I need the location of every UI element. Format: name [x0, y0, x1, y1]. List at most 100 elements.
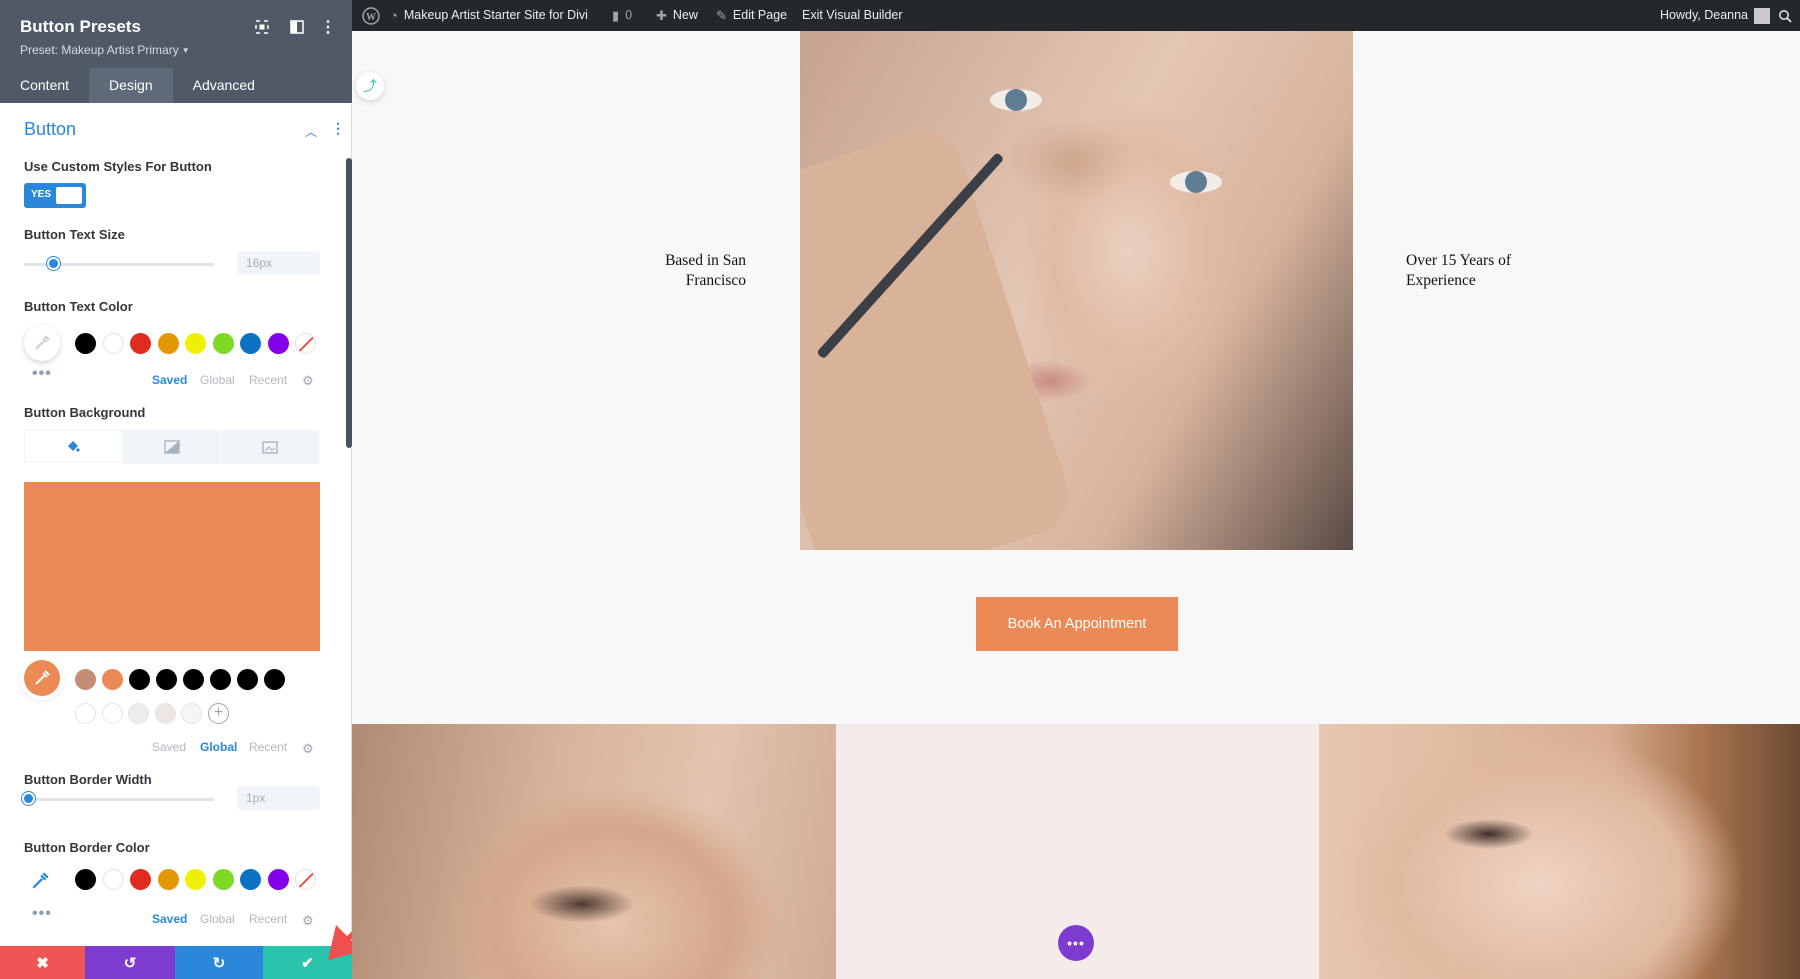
paint-bucket-icon[interactable]: [24, 430, 123, 464]
search-icon[interactable]: [1778, 0, 1792, 31]
caret-down-icon: ▼: [181, 46, 190, 56]
text-size-input[interactable]: 16px: [237, 251, 320, 275]
color-swatch[interactable]: [267, 333, 289, 354]
section-title[interactable]: Button: [24, 119, 76, 140]
image-icon[interactable]: [221, 430, 321, 464]
color-swatch[interactable]: [130, 333, 151, 354]
undo-button[interactable]: ↺: [85, 946, 175, 979]
palette-tab-global[interactable]: Global: [200, 740, 237, 754]
palette-tab-recent[interactable]: Recent: [249, 373, 287, 387]
expand-icon[interactable]: [253, 18, 271, 36]
settings-sidebar: Button Presets Preset: Makeup Artist Pri…: [0, 0, 352, 979]
palette-tab-recent[interactable]: Recent: [249, 740, 287, 754]
color-swatch[interactable]: [212, 333, 234, 354]
color-swatch[interactable]: [212, 869, 234, 890]
global-color-swatch[interactable]: [102, 669, 124, 691]
tab-content[interactable]: Content: [0, 68, 89, 103]
preset-dropdown[interactable]: Preset: Makeup Artist Primary ▼: [20, 43, 190, 57]
book-appointment-button[interactable]: Book An Appointment: [976, 597, 1178, 651]
gear-icon[interactable]: ⚙: [302, 913, 314, 929]
palette-tab-saved[interactable]: Saved: [152, 740, 186, 754]
site-name-link[interactable]: ◔ Makeup Artist Starter Site for Divi: [390, 0, 588, 31]
page-settings-button[interactable]: •••: [1058, 925, 1094, 961]
more-options-icon[interactable]: ⋮: [319, 18, 337, 36]
comments-link[interactable]: ▮ 0: [612, 0, 632, 31]
palette-tab-global[interactable]: Global: [200, 373, 235, 387]
slider-handle[interactable]: [46, 257, 60, 270]
sidebar-toggle-icon[interactable]: ⤴: [356, 72, 384, 100]
color-swatch[interactable]: [157, 333, 179, 354]
color-swatch[interactable]: [102, 333, 124, 354]
global-color-swatch[interactable]: [237, 669, 259, 691]
no-color-swatch[interactable]: [295, 333, 316, 354]
wordpress-logo-icon[interactable]: W: [362, 0, 380, 31]
sidebar-header: Button Presets Preset: Makeup Artist Pri…: [0, 0, 352, 103]
eyedropper-icon[interactable]: [30, 871, 50, 896]
border-width-label: Button Border Width: [24, 772, 152, 787]
color-swatch[interactable]: [240, 333, 261, 354]
gear-icon[interactable]: ⚙: [302, 741, 314, 757]
gradient-icon[interactable]: [123, 430, 222, 464]
section-more-icon[interactable]: ⋮: [331, 120, 345, 137]
background-label: Button Background: [24, 405, 146, 420]
custom-styles-label: Use Custom Styles For Button: [24, 159, 212, 174]
exit-visual-builder-link[interactable]: Exit Visual Builder: [802, 0, 903, 31]
tab-advanced[interactable]: Advanced: [173, 68, 275, 103]
global-color-swatch[interactable]: [210, 669, 232, 691]
border-color-label: Button Border Color: [24, 840, 150, 855]
empty-swatch[interactable]: [154, 703, 176, 724]
palette-tab-recent[interactable]: Recent: [249, 912, 287, 926]
makeup-hero-image: [800, 31, 1353, 550]
no-color-swatch[interactable]: [295, 869, 316, 890]
empty-swatch[interactable]: [101, 703, 123, 724]
global-color-swatch[interactable]: [264, 669, 286, 691]
empty-swatch[interactable]: [75, 703, 96, 724]
site-name: Makeup Artist Starter Site for Divi: [403, 8, 588, 22]
gear-icon[interactable]: ⚙: [302, 373, 314, 389]
color-swatch[interactable]: [75, 869, 96, 890]
comment-icon: ▮: [612, 8, 620, 23]
color-swatch[interactable]: [130, 869, 151, 890]
brow-makeup-image: [1319, 724, 1800, 979]
empty-swatch[interactable]: [128, 703, 149, 724]
palette-tab-saved[interactable]: Saved: [152, 912, 187, 926]
tab-design[interactable]: Design: [89, 68, 173, 103]
color-swatch[interactable]: [157, 869, 179, 890]
color-swatch[interactable]: [185, 869, 206, 890]
global-marker: [116, 683, 124, 691]
save-button[interactable]: ✔: [263, 946, 352, 979]
new-link[interactable]: ✚ New: [656, 0, 698, 31]
color-swatch[interactable]: [185, 333, 206, 354]
more-swatches-icon[interactable]: •••: [32, 905, 52, 923]
discard-button[interactable]: ✖: [0, 946, 85, 979]
edit-page-link[interactable]: ✎ Edit Page: [716, 0, 787, 31]
custom-styles-toggle[interactable]: YES: [24, 183, 86, 208]
chevron-up-icon[interactable]: ︿: [305, 123, 317, 140]
palette-tab-saved[interactable]: Saved: [152, 373, 187, 387]
global-color-swatch[interactable]: [156, 669, 178, 691]
background-color-picker[interactable]: [24, 660, 60, 696]
preset-label: Preset: Makeup Artist Primary: [20, 43, 179, 57]
slider-handle[interactable]: [21, 792, 35, 805]
color-swatch[interactable]: [75, 333, 96, 354]
toggle-knob: [56, 187, 82, 204]
border-width-slider[interactable]: [21, 792, 214, 805]
add-color-icon[interactable]: +: [208, 703, 229, 724]
color-swatch[interactable]: [240, 869, 261, 890]
color-picker-button[interactable]: [24, 325, 60, 361]
background-color-preview[interactable]: [24, 482, 320, 651]
global-color-swatch[interactable]: [129, 669, 151, 691]
user-menu[interactable]: Howdy, Deanna: [1660, 0, 1771, 31]
border-width-input[interactable]: 1px: [237, 786, 320, 810]
global-marker: [251, 683, 259, 691]
global-color-swatch[interactable]: [75, 669, 97, 691]
text-size-slider[interactable]: [24, 257, 214, 270]
color-swatch[interactable]: [102, 869, 124, 890]
empty-swatch[interactable]: [181, 703, 202, 724]
color-swatch[interactable]: [267, 869, 289, 890]
more-swatches-icon[interactable]: •••: [32, 365, 52, 383]
split-view-icon[interactable]: [288, 18, 306, 36]
palette-tab-global[interactable]: Global: [200, 912, 235, 926]
redo-button[interactable]: ↻: [175, 946, 263, 979]
global-color-swatch[interactable]: [183, 669, 205, 691]
